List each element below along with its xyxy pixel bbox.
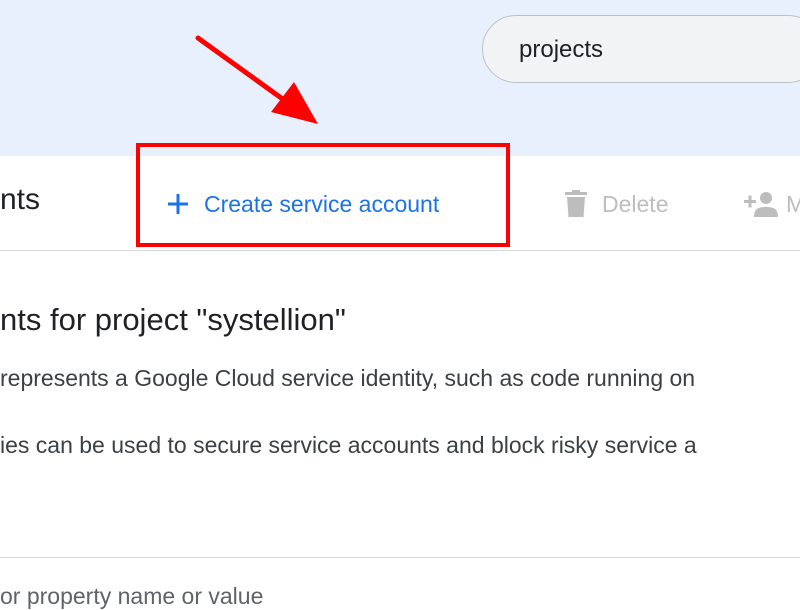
description-line-2: ies can be used to secure service accoun…: [0, 432, 697, 458]
trash-icon: [565, 190, 587, 217]
delete-button[interactable]: Delete: [564, 182, 668, 226]
delete-label: Delete: [602, 190, 669, 217]
search-box[interactable]: [482, 15, 800, 84]
section-heading: nts for project "systellion": [0, 302, 346, 337]
add-person-icon: [744, 192, 778, 217]
page-title: nts: [0, 183, 41, 216]
description-line-1: represents a Google Cloud service identi…: [0, 365, 696, 391]
annotation-highlight-box: [136, 143, 510, 247]
filter-input[interactable]: [0, 582, 420, 610]
manage-access-button[interactable]: M: [744, 182, 800, 226]
divider: [0, 557, 800, 558]
manage-label: M: [786, 190, 800, 217]
search-input[interactable]: [519, 16, 799, 84]
